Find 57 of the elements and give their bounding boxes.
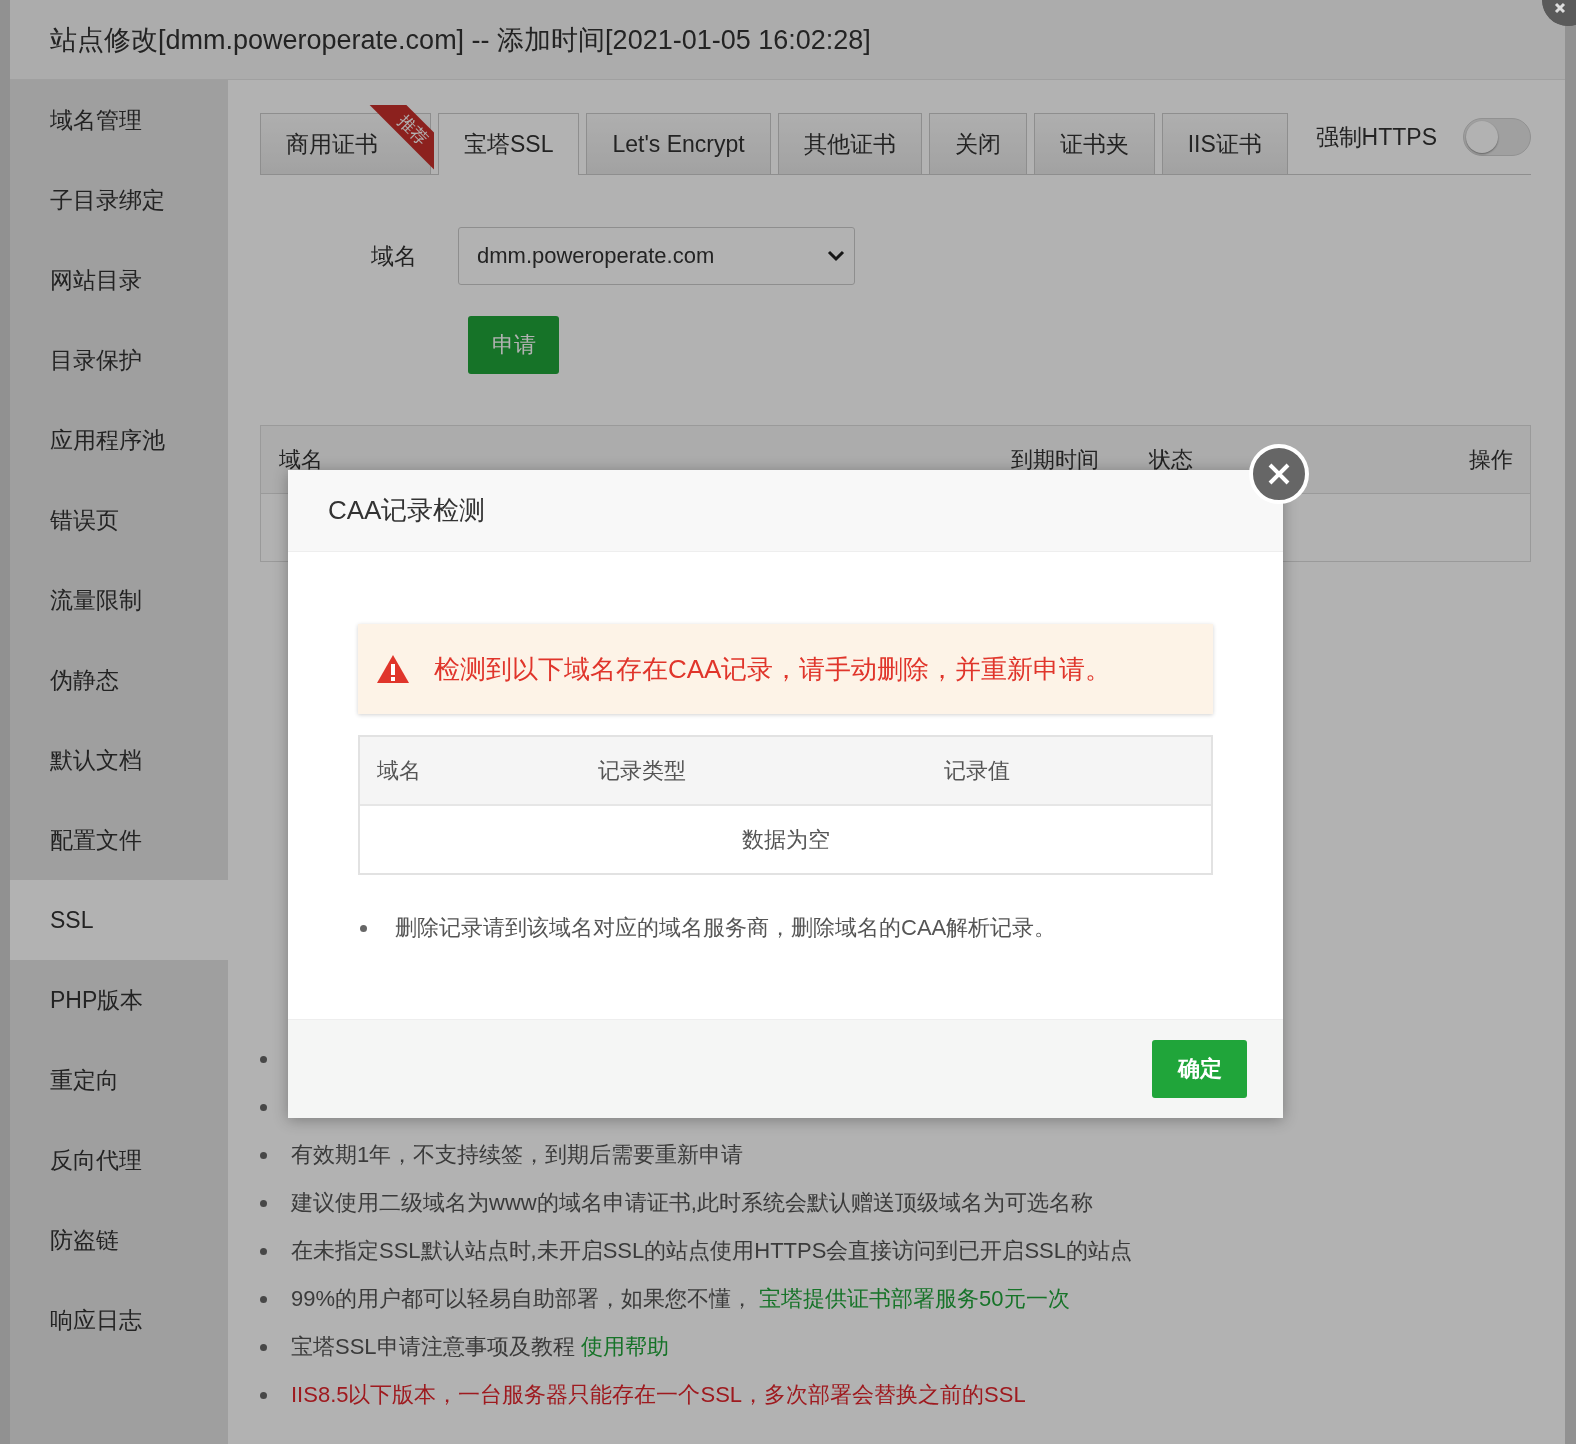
window-title: 站点修改[dmm.poweroperate.com] -- 添加时间[2021-01-05 16:02:28] bbox=[50, 23, 871, 57]
sidebar-item[interactable]: 重定向 bbox=[10, 1040, 228, 1120]
bullet-icon bbox=[260, 1103, 267, 1111]
column-header: 操作 bbox=[1469, 445, 1513, 474]
sidebar-item[interactable]: 流量限制 bbox=[10, 560, 228, 640]
warning-alert: 检测到以下域名存在CAA记录，请手动删除，并重新申请。 bbox=[358, 624, 1213, 714]
sidebar-item[interactable]: 配置文件 bbox=[10, 800, 228, 880]
column-header: 记录类型 bbox=[598, 756, 687, 785]
note-text: 宝塔SSL申请注意事项及教程 bbox=[291, 1333, 575, 1361]
sidebar-item[interactable]: PHP版本 bbox=[10, 960, 228, 1040]
note-text: 建议使用二级域名为www的域名申请证书,此时系统会默认赠送顶级域名为可选名称 bbox=[291, 1189, 1093, 1217]
bullet-icon bbox=[260, 1199, 267, 1207]
sidebar-item[interactable]: 防盗链 bbox=[10, 1200, 228, 1280]
domain-select[interactable]: dmm.poweroperate.com bbox=[458, 227, 855, 285]
bullet-icon bbox=[260, 1391, 267, 1399]
domain-label: 域名 bbox=[370, 241, 417, 271]
sidebar-item[interactable]: 伪静态 bbox=[10, 640, 228, 720]
note-text: 在未指定SSL默认站点时,未开启SSL的站点使用HTTPS会直接访问到已开启SSL的站点 bbox=[291, 1237, 1132, 1265]
warning-icon bbox=[376, 654, 410, 684]
note-text: 99%的用户都可以轻易自助部署，如果您不懂， bbox=[291, 1285, 754, 1313]
sidebar-item[interactable]: SSL bbox=[10, 880, 228, 960]
tab[interactable]: IIS证书 bbox=[1161, 113, 1288, 174]
tab[interactable]: 证书夹 bbox=[1033, 113, 1155, 174]
sidebar-item[interactable]: 错误页 bbox=[10, 480, 228, 560]
column-header: 到期时间 bbox=[1011, 445, 1099, 474]
sidebar-item[interactable]: 应用程序池 bbox=[10, 400, 228, 480]
column-header: 状态 bbox=[1149, 445, 1193, 474]
tab[interactable]: 宝塔SSL bbox=[438, 113, 580, 175]
note-text: 有效期1年，不支持续签，到期后需要重新申请 bbox=[291, 1141, 744, 1169]
tab[interactable]: 关闭 bbox=[928, 113, 1027, 174]
confirm-button[interactable]: 确定 bbox=[1152, 1040, 1247, 1098]
note-text: 删除记录请到该域名对应的域名服务商，删除域名的CAA解析记录。 bbox=[395, 914, 1057, 942]
bullet-icon bbox=[360, 924, 367, 932]
toggle-switch[interactable] bbox=[1463, 118, 1531, 156]
bullet-icon bbox=[260, 1343, 267, 1351]
bullet-icon bbox=[260, 1247, 267, 1255]
sidebar-item[interactable]: 反向代理 bbox=[10, 1120, 228, 1200]
sidebar-item[interactable]: 响应日志 bbox=[10, 1280, 228, 1360]
chevron-icon bbox=[826, 249, 846, 263]
sidebar-item[interactable]: 域名管理 bbox=[10, 80, 228, 160]
bullet-icon bbox=[260, 1295, 267, 1303]
bullet-icon bbox=[260, 1055, 267, 1063]
dialog-title: CAA记录检测 bbox=[328, 494, 486, 527]
sidebar-item[interactable]: 默认文档 bbox=[10, 720, 228, 800]
force-https-label: 强制HTTPS bbox=[1315, 122, 1437, 152]
sidebar-item[interactable]: 网站目录 bbox=[10, 240, 228, 320]
sidebar-item[interactable]: 目录保护 bbox=[10, 320, 228, 400]
note-text: IIS8.5以下版本，一台服务器只能存在一个SSL，多次部署会替换之前的SSL bbox=[291, 1381, 1026, 1409]
column-header: 域名 bbox=[377, 756, 422, 785]
column-header: 域名 bbox=[279, 445, 323, 474]
tab[interactable]: 其他证书 bbox=[777, 113, 922, 174]
column-header: 记录值 bbox=[944, 756, 1011, 785]
empty-message: 数据为空 bbox=[741, 825, 830, 854]
sidebar-item[interactable]: 子目录绑定 bbox=[10, 160, 228, 240]
close-icon bbox=[1267, 462, 1291, 486]
tab[interactable]: Let's Encrypt bbox=[586, 113, 771, 174]
bullet-icon bbox=[260, 1151, 267, 1159]
